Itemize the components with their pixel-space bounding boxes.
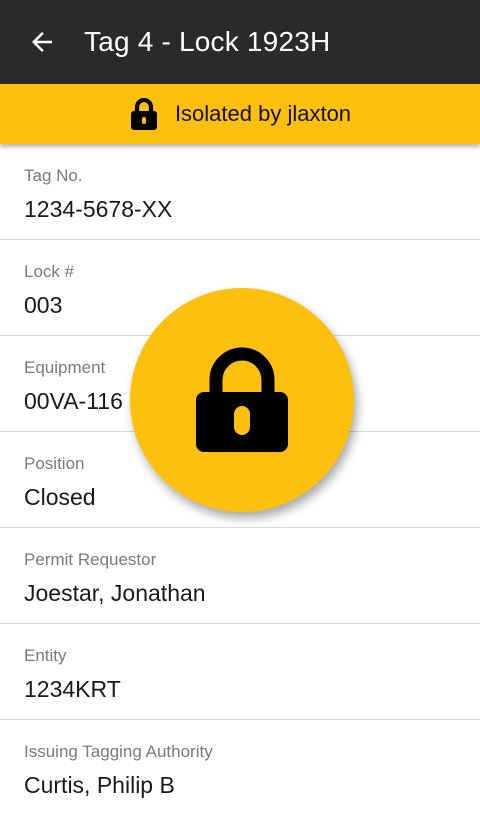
field-label: Issuing Tagging Authority xyxy=(24,742,213,761)
field-value: Curtis, Philip B xyxy=(24,772,175,798)
field-issuing-tagging-authority: Issuing Tagging Authority Curtis, Philip… xyxy=(0,720,480,815)
isolated-by-text: Isolated by jlaxton xyxy=(174,101,352,126)
field-value: Closed xyxy=(24,484,96,510)
back-button[interactable] xyxy=(0,0,84,84)
field-value: 003 xyxy=(24,292,63,318)
field-value: 1234KRT xyxy=(24,676,121,702)
field-tag-no: Tag No. 1234-5678-XX xyxy=(0,144,480,240)
field-label: Permit Requestor xyxy=(24,550,157,569)
field-label: Position xyxy=(24,454,85,473)
field-label: Equipment xyxy=(24,358,106,377)
page-title: Tag 4 - Lock 1923H xyxy=(84,26,331,57)
isolation-status-banner: Isolated by jlaxton xyxy=(0,84,480,144)
field-label: Tag No. xyxy=(24,166,83,185)
field-value: 00VA-116 xyxy=(24,388,123,414)
field-value: Joestar, Jonathan xyxy=(24,580,206,606)
lock-icon xyxy=(129,98,159,130)
field-permit-requestor: Permit Requestor Joestar, Jonathan xyxy=(0,528,480,624)
lock-icon xyxy=(196,347,288,452)
arrow-back-icon xyxy=(32,32,52,52)
lock-button[interactable] xyxy=(130,288,354,512)
app-bar: Tag 4 - Lock 1923H xyxy=(0,0,480,84)
field-value: 1234-5678-XX xyxy=(24,196,173,222)
field-entity: Entity 1234KRT xyxy=(0,624,480,720)
field-label: Entity xyxy=(24,646,67,665)
field-label: Lock # xyxy=(24,262,75,281)
